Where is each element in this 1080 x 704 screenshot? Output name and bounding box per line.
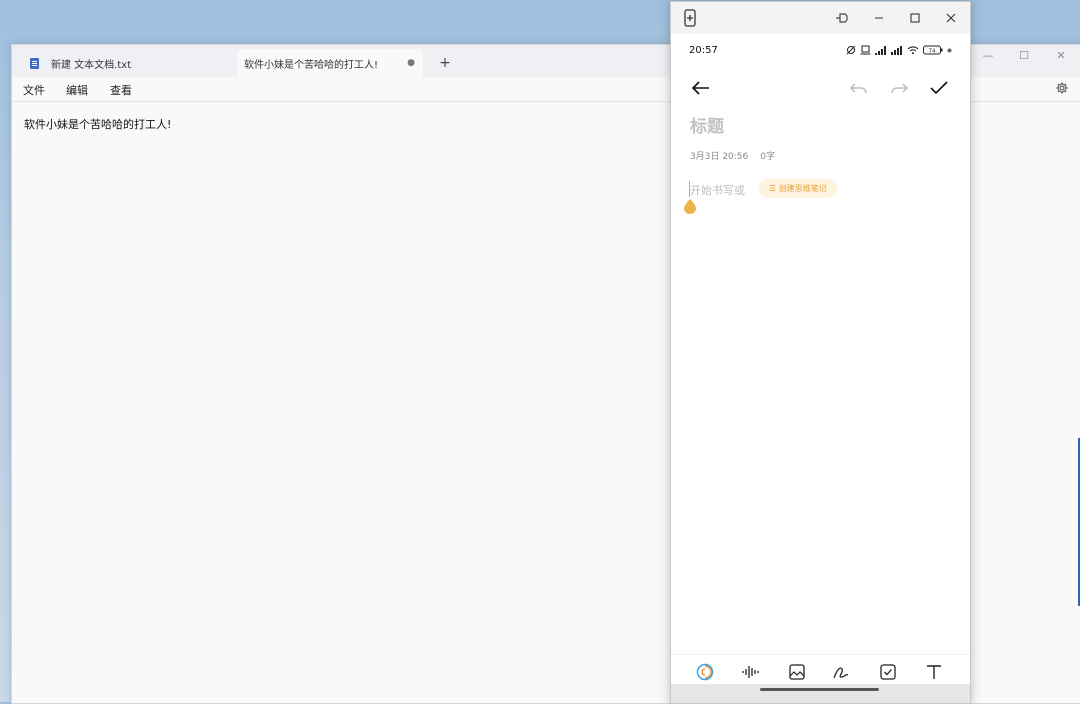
maximize-icon[interactable] [904,7,926,29]
redo-icon[interactable] [886,75,912,101]
back-arrow-icon[interactable] [688,75,714,101]
wifi-icon [907,46,919,55]
menu-view[interactable]: 查看 [110,82,132,98]
handwriting-icon[interactable] [832,662,852,682]
tab-label: 新建 文本文档.txt [51,59,132,71]
laptop-icon [860,45,871,55]
close-icon[interactable] [940,7,962,29]
note-meta: 3月3日 20:56 0字 [690,149,775,162]
tab-label: 软件小妹是个苦哈哈的打工人! [244,59,379,71]
new-tab-button[interactable]: + [436,54,454,72]
phone-mirror-window: 20:57 74 标题 3月3日 20:56 0字 开始书写或 ☰ 创建思维笔记 [670,1,971,704]
create-mindmap-button[interactable]: ☰ 创建思维笔记 [759,179,837,198]
gesture-handle[interactable] [760,688,879,691]
undo-icon[interactable] [846,75,872,101]
checkbox-icon[interactable] [878,662,898,682]
pin-icon[interactable] [831,7,853,29]
notepad-icon [30,57,39,69]
minimize-icon[interactable] [868,7,890,29]
voice-wave-icon[interactable] [741,662,761,682]
text-editor[interactable]: 软件小妹是个苦哈哈的打工人! [24,116,171,132]
gear-icon[interactable] [1055,81,1069,95]
menu-file[interactable]: 文件 [23,82,45,98]
tab-active-document[interactable]: 软件小妹是个苦哈哈的打工人! ● [237,49,423,77]
cursor-handle-icon[interactable] [684,199,696,214]
minimize-button[interactable]: — [969,45,1007,67]
note-date: 3月3日 20:56 [690,152,749,162]
ai-swirl-icon[interactable] [695,662,715,682]
close-button[interactable]: ✕ [1042,45,1080,67]
status-time: 20:57 [689,45,718,56]
phone-status-bar: 20:57 74 [671,38,970,60]
tab-new-document[interactable]: 新建 文本文档.txt [20,49,230,77]
note-title-input[interactable]: 标题 [690,112,724,137]
signal-hd-icon [891,45,902,55]
phone-nav-bar [671,684,970,703]
battery-level: 74 [929,48,936,54]
image-icon[interactable] [787,662,807,682]
status-icons: 74 [846,44,952,56]
notification-dot-icon [947,48,952,52]
phone-titlebar [671,2,970,34]
maximize-button[interactable]: ☐ [1005,45,1043,67]
note-char-count: 0字 [760,152,775,162]
checkmark-icon[interactable] [926,75,952,101]
note-body-input[interactable]: 开始书写或 [690,182,745,198]
menu-edit[interactable]: 编辑 [66,82,88,98]
signal-icon [875,45,886,55]
phone-screen-icon[interactable] [679,7,701,29]
battery-icon: 74 [923,45,943,55]
text-format-icon[interactable] [924,662,944,682]
unsaved-dot-icon[interactable]: ● [399,58,423,68]
mute-icon [846,45,856,55]
note-app-bar [671,70,970,104]
